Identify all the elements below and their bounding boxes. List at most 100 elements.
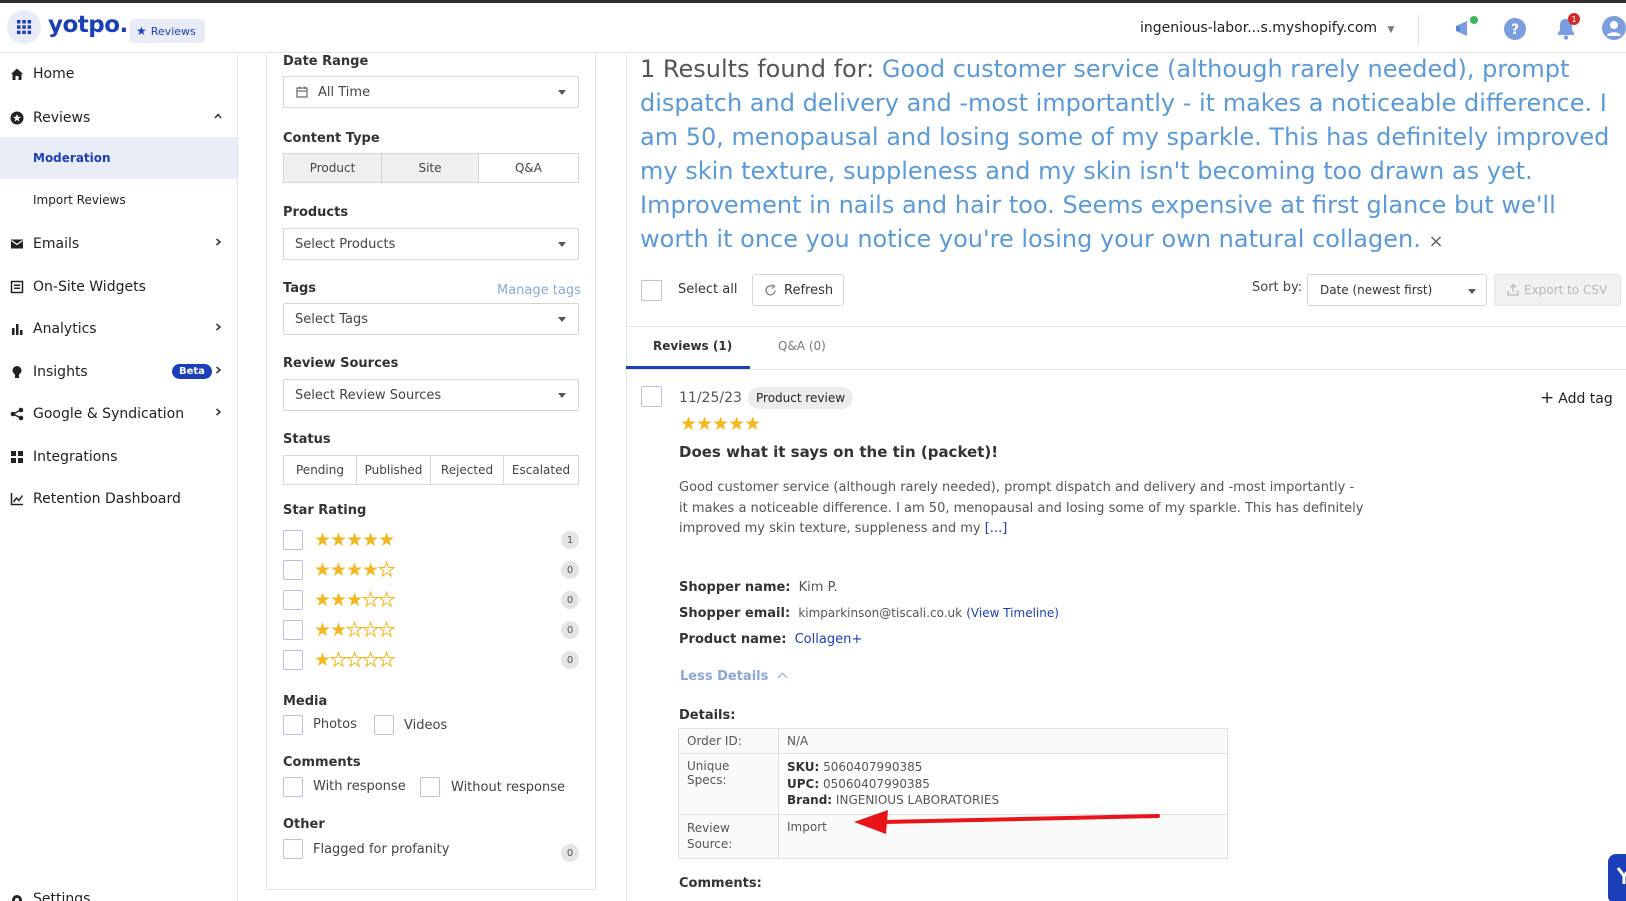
- calendar-icon: [296, 86, 308, 98]
- tags-label: Tags: [283, 281, 317, 296]
- photos-checkbox[interactable]: [283, 715, 303, 735]
- product-badge-label: Reviews: [150, 24, 196, 38]
- review-body-line: it makes a noticeable difference. I am 5…: [679, 500, 1364, 516]
- sidebar-item-settings[interactable]: Settings: [0, 884, 237, 901]
- status-published-button[interactable]: Published: [356, 455, 431, 485]
- review-body-line: Good customer service (although rarely n…: [679, 480, 1355, 495]
- user-avatar-button[interactable]: [1602, 15, 1626, 41]
- export-csv-button[interactable]: Export to CSV: [1494, 274, 1621, 306]
- without-response-checkbox[interactable]: [420, 777, 440, 797]
- order-id-value: N/A: [778, 728, 1228, 754]
- less-details-label: Less Details: [680, 669, 769, 684]
- sidebar-item-retention-dashboard[interactable]: Retention Dashboard: [0, 479, 237, 519]
- clear-search-icon[interactable]: ×: [1429, 231, 1444, 252]
- refresh-icon: [765, 283, 776, 296]
- star-1-checkbox[interactable]: [283, 650, 303, 670]
- review-title: Does what it says on the tin (packet)!: [679, 443, 999, 461]
- review-sources-select[interactable]: Select Review Sources: [283, 379, 579, 411]
- chevron-down-icon: ▼: [1387, 25, 1395, 35]
- star-5-checkbox[interactable]: [283, 530, 303, 550]
- svg-text:?: ?: [1511, 22, 1519, 38]
- yotpo-logo[interactable]: yotpo.: [48, 12, 128, 38]
- caret-down-icon: [558, 317, 566, 322]
- unique-specs-value: SKU: 5060407990385 UPC: 05060407990385 B…: [778, 753, 1228, 815]
- shopper-name-row: Shopper name: Kim P.: [679, 580, 838, 595]
- app-switcher-button[interactable]: [7, 10, 41, 44]
- star-2-checkbox[interactable]: [283, 620, 303, 640]
- less-details-toggle[interactable]: Less Details: [680, 669, 788, 684]
- date-range-value: All Time: [318, 84, 371, 100]
- sku-label: SKU:: [787, 760, 820, 774]
- content-type-product-button[interactable]: Product: [283, 153, 382, 183]
- with-response-checkbox[interactable]: [283, 777, 303, 797]
- status-label: Status: [283, 432, 331, 447]
- order-id-label: Order ID:: [678, 728, 779, 754]
- sidebar-item-import-reviews[interactable]: Import Reviews: [0, 179, 237, 221]
- sidebar-item-google-syndication[interactable]: Google & Syndication: [0, 394, 237, 434]
- flagged-profanity-checkbox[interactable]: [283, 839, 303, 859]
- media-label: Media: [283, 694, 328, 709]
- without-response-label: Without response: [451, 780, 565, 795]
- review-checkbox[interactable]: [641, 386, 662, 407]
- sidebar-item-emails[interactable]: Emails: [0, 224, 237, 264]
- star-3-checkbox[interactable]: [283, 590, 303, 610]
- read-more-link[interactable]: [...]: [985, 521, 1008, 536]
- upc-label: UPC:: [787, 776, 820, 791]
- tags-select[interactable]: Select Tags: [283, 303, 579, 335]
- sort-select[interactable]: Date (newest first): [1307, 274, 1487, 306]
- chat-launcher-button[interactable]: [1608, 854, 1626, 901]
- star-4-checkbox[interactable]: [283, 560, 303, 580]
- help-button[interactable]: ?: [1503, 17, 1527, 41]
- apps-grid-icon: [17, 20, 32, 35]
- products-select[interactable]: Select Products: [283, 228, 579, 260]
- sidebar-item-integrations[interactable]: Integrations: [0, 437, 237, 477]
- notifications-button[interactable]: 1: [1554, 13, 1580, 43]
- export-label: Export to CSV: [1524, 283, 1608, 297]
- manage-tags-link[interactable]: Manage tags: [497, 283, 581, 298]
- feedback-button[interactable]: [1453, 16, 1479, 42]
- with-response-label: With response: [313, 779, 406, 794]
- review-body-line: improved my skin texture, suppleness and…: [679, 519, 1399, 540]
- caret-down-icon: [558, 242, 566, 247]
- shopper-email-label: Shopper email:: [679, 606, 791, 621]
- sidebar-item-analytics[interactable]: Analytics: [0, 309, 237, 349]
- products-placeholder: Select Products: [295, 236, 396, 252]
- status-pending-button[interactable]: Pending: [283, 455, 357, 485]
- yotpo-y-icon: [1616, 867, 1626, 884]
- tab-qa[interactable]: Q&A (0): [778, 339, 826, 353]
- top-bar: yotpo. ★ Reviews ingenious-labor...s.mys…: [0, 3, 1626, 53]
- brand-label: Brand:: [787, 793, 833, 807]
- select-all-checkbox[interactable]: [641, 280, 662, 301]
- sidebar-item-moderation[interactable]: Moderation: [0, 137, 237, 179]
- mail-icon: [11, 239, 23, 249]
- sidebar-item-reviews[interactable]: Reviews: [0, 98, 237, 138]
- tab-reviews[interactable]: Reviews (1): [653, 339, 732, 353]
- store-name: ingenious-labor...s.myshopify.com: [1140, 20, 1378, 36]
- product-name-link[interactable]: Collagen+: [795, 632, 863, 647]
- avatar-icon: [1602, 16, 1626, 40]
- date-range-select[interactable]: All Time: [283, 76, 579, 108]
- star-5-count: 1: [561, 531, 579, 549]
- add-tag-button[interactable]: + Add tag: [1540, 388, 1613, 408]
- content-type-qa-button[interactable]: Q&A: [478, 153, 579, 183]
- sidebar-item-on-site-widgets[interactable]: On-Site Widgets: [0, 267, 237, 307]
- star-circle-icon: [10, 111, 24, 125]
- sidebar-item-insights[interactable]: Insights Beta: [0, 352, 237, 392]
- store-switcher[interactable]: ingenious-labor...s.myshopify.com ▼: [1140, 20, 1394, 36]
- details-label: Details:: [679, 708, 736, 723]
- videos-checkbox[interactable]: [374, 715, 394, 735]
- topbar-divider: [1418, 15, 1419, 45]
- refresh-button[interactable]: Refresh: [752, 274, 844, 306]
- view-timeline-link[interactable]: (View Timeline): [966, 606, 1059, 620]
- status-rejected-button[interactable]: Rejected: [430, 455, 504, 485]
- export-icon: [1507, 284, 1519, 296]
- sidebar-item-home[interactable]: Home: [0, 54, 237, 94]
- shopper-email-row: Shopper email: kimparkinson@tiscali.co.u…: [679, 606, 1059, 621]
- gear-icon: [12, 895, 22, 901]
- review-source-label-line: Review: [687, 820, 730, 835]
- status-escalated-button[interactable]: Escalated: [503, 455, 579, 485]
- content-type-site-button[interactable]: Site: [381, 153, 479, 183]
- shopper-name-label: Shopper name:: [679, 580, 791, 595]
- review-body-text: improved my skin texture, suppleness and…: [679, 521, 985, 536]
- product-badge[interactable]: ★ Reviews: [130, 19, 205, 43]
